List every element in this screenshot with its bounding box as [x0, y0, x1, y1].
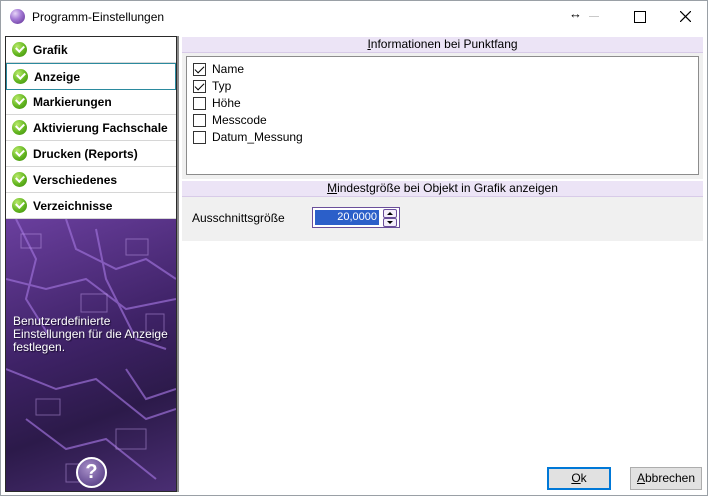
sidebar-item-label: Markierungen — [33, 94, 112, 109]
sidebar-item-verschiedenes[interactable]: Verschiedenes — [6, 167, 176, 193]
check-circle-icon — [12, 94, 27, 109]
mindestgroesse-header-mnemonic: M — [327, 181, 338, 195]
punktfang-header-text: nformationen bei Punktfang — [370, 37, 518, 51]
sidebar-item-grafik[interactable]: Grafik — [6, 37, 176, 63]
spin-down-icon[interactable] — [383, 218, 397, 227]
sidebar-item-label: Verzeichnisse — [33, 198, 113, 213]
option-label: Typ — [212, 79, 232, 93]
title-bar[interactable]: Programm-Einstellungen ↔ — [1, 1, 707, 32]
check-circle-icon — [12, 198, 27, 213]
option-name[interactable]: Name — [193, 61, 244, 77]
check-circle-icon — [12, 42, 27, 57]
punktfang-header: Informationen bei Punktfang — [182, 37, 703, 53]
mindestgroesse-group: Mindestgröße bei Objekt in Grafik anzeig… — [182, 181, 703, 241]
mindestgroesse-header: Mindestgröße bei Objekt in Grafik anzeig… — [182, 181, 703, 197]
sidebar-item-label: Grafik — [33, 42, 68, 57]
settings-content: Informationen bei Punktfang Name Typ Höh… — [177, 36, 707, 492]
check-circle-icon — [12, 172, 27, 187]
ok-label: k — [580, 471, 587, 485]
checkbox-checked-icon[interactable] — [193, 79, 206, 93]
cancel-mnemonic: A — [636, 471, 645, 485]
close-button[interactable] — [663, 1, 707, 32]
option-label: Höhe — [212, 96, 241, 110]
sidebar-item-drucken[interactable]: Drucken (Reports) — [6, 141, 176, 167]
sidebar-item-markierungen[interactable]: Markierungen — [6, 89, 176, 115]
sidebar-illustration: Benutzerdefinierte Einstellungen für die… — [6, 219, 176, 491]
settings-sidebar: Grafik Anzeige Markierungen Aktivierung … — [5, 36, 177, 492]
sidebar-item-label: Drucken (Reports) — [33, 146, 138, 161]
option-datum-messung[interactable]: Datum_Messung — [193, 129, 303, 145]
spin-up-icon[interactable] — [383, 209, 397, 218]
window-title: Programm-Einstellungen — [32, 10, 165, 24]
option-typ[interactable]: Typ — [193, 78, 231, 94]
punktfang-group: Informationen bei Punktfang Name Typ Höh… — [182, 37, 703, 179]
option-label: Datum_Messung — [212, 130, 303, 144]
cancel-label: bbrechen — [644, 471, 696, 485]
sidebar-item-label: Anzeige — [34, 69, 81, 84]
sidebar-list: Grafik Anzeige Markierungen Aktivierung … — [6, 37, 176, 219]
mindestgroesse-header-text: indestgröße bei Objekt in Grafik anzeige… — [337, 181, 558, 195]
sidebar-item-verzeichnisse[interactable]: Verzeichnisse — [6, 193, 176, 219]
purple-orb-icon — [10, 9, 25, 24]
settings-window: Programm-Einstellungen ↔ Grafik Anzeige … — [0, 0, 708, 496]
option-hoehe[interactable]: Höhe — [193, 95, 241, 111]
option-label: Name — [212, 62, 245, 76]
ok-button[interactable]: Ok — [547, 467, 611, 490]
checkbox-checked-icon[interactable] — [193, 62, 206, 76]
check-circle-icon — [12, 120, 27, 135]
checkbox-unchecked-icon[interactable] — [193, 96, 206, 110]
sidebar-item-aktivierung-fachschale[interactable]: Aktivierung Fachschale — [6, 115, 176, 141]
sidebar-item-label: Verschiedenes — [33, 172, 118, 187]
sidebar-item-anzeige[interactable]: Anzeige — [6, 63, 176, 90]
maximize-button[interactable] — [617, 1, 663, 32]
checkbox-unchecked-icon[interactable] — [193, 130, 206, 144]
option-messcode[interactable]: Messcode — [193, 112, 267, 128]
ausschnittsgroesse-spinner[interactable]: 20,0000 — [312, 207, 400, 228]
sidebar-item-label: Aktivierung Fachschale — [33, 120, 168, 135]
help-icon[interactable]: ? — [76, 457, 107, 488]
cancel-button[interactable]: Abbrechen — [630, 467, 702, 490]
check-circle-icon — [13, 69, 28, 84]
punktfang-checklist[interactable]: Name Typ Höhe Messcode Datum_Messung — [186, 56, 699, 175]
ausschnittsgroesse-input[interactable]: 20,0000 — [315, 210, 379, 225]
sidebar-description: Benutzerdefinierte Einstellungen für die… — [13, 314, 168, 354]
close-icon — [680, 11, 691, 22]
ausschnittsgroesse-label: Ausschnittsgröße — [192, 211, 285, 225]
check-circle-icon — [12, 146, 27, 161]
map-background-icon — [6, 219, 176, 483]
checkbox-unchecked-icon[interactable] — [193, 113, 206, 127]
option-label: Messcode — [212, 113, 267, 127]
ok-mnemonic: O — [571, 471, 581, 485]
